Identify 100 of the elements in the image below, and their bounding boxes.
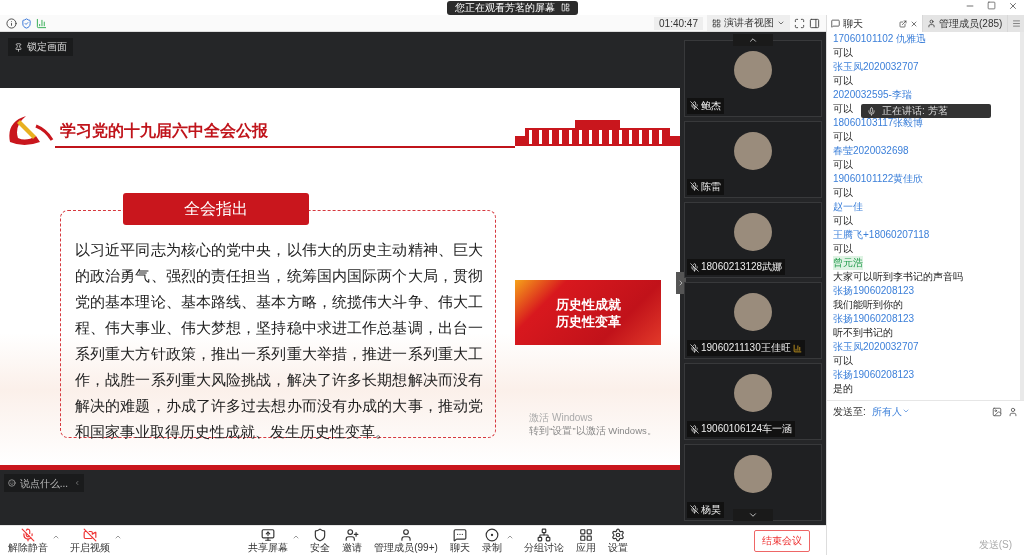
user-icon[interactable]	[1008, 406, 1018, 417]
shield-icon[interactable]	[21, 17, 32, 29]
chat-message: 大家可以听到李书记的声音吗	[833, 270, 963, 284]
toolbar-button[interactable]: 设置	[605, 528, 630, 553]
chat-message: 我们能听到你的	[833, 298, 903, 312]
panel-tab[interactable]: 管理成员(285)	[923, 15, 1008, 32]
share-screen-icon	[261, 528, 276, 542]
pop-out-icon[interactable]	[899, 19, 907, 28]
chat-sender: 张玉凤2020032707	[833, 340, 919, 354]
toolbar-button[interactable]: 应用	[573, 528, 598, 553]
chat-message: 是的	[833, 382, 853, 396]
signal-icon[interactable]	[36, 17, 47, 29]
info-icon[interactable]	[6, 17, 17, 29]
chat-sender: 曾元浩	[833, 256, 863, 270]
close-icon[interactable]	[910, 19, 918, 28]
network-icon	[536, 528, 551, 542]
user-icon	[399, 528, 413, 542]
smiley-icon	[8, 478, 16, 488]
avatar-placeholder	[734, 131, 772, 170]
mic-muted-icon	[690, 101, 699, 111]
sidebar-toggle-icon[interactable]	[809, 17, 820, 29]
chat-message: 可以	[833, 102, 853, 116]
participant-name-tag: 19060106124车一涵	[687, 421, 796, 438]
toolbar-button[interactable]: 聊天	[447, 528, 472, 553]
grid-icon	[712, 18, 721, 28]
toolbar-button[interactable]: 录制	[479, 528, 504, 553]
toolbar-button[interactable]: 安全	[308, 528, 333, 553]
activation-notice-title: 激活 Windows	[529, 411, 594, 425]
meeting-timer: 01:40:47	[654, 16, 703, 30]
restore-icon[interactable]	[987, 1, 996, 10]
chat-icon	[831, 19, 840, 28]
avatar-placeholder	[734, 212, 772, 251]
chat-sender: 张扬19060208123	[833, 368, 915, 382]
lock-view-button[interactable]: 锁定画面	[8, 38, 73, 56]
record-icon	[484, 528, 499, 542]
participant-name-tag: 19060211130王佳旺	[687, 340, 805, 357]
chat-message: 可以	[833, 214, 853, 228]
slide-paragraph: 以习近平同志为核心的党中央，以伟大的历史主动精神、巨大的政治勇气、强烈的责任担当，统筹国内国际两个大局，贯彻党的基本理论、基本路线、基本方略，统揽伟大斗争、伟大工程、伟大事业、伟大梦想，坚持稳中求进工作总基调，出台一系列重大方针政策，推出一系列重大举措，推进一系列重大工作，战胜一系列重大风险挑战，解决了许多长期想解决而没有解决的难题，办成了许多过去想办而没有办成的大事，推动党和国家事业取得历史性成就、发生历史性变革。	[75, 241, 483, 442]
chat-sender: 张玉凤2020032707	[833, 60, 919, 74]
avatar-placeholder	[734, 51, 772, 89]
chat-sender: 春莹2020032698	[833, 144, 909, 158]
avatar-placeholder	[734, 455, 772, 494]
menu-icon[interactable]	[1008, 15, 1024, 32]
view-mode-dropdown[interactable]: 演讲者视图	[707, 15, 790, 31]
video-button[interactable]: 开启视频	[68, 528, 112, 553]
caret-icon[interactable]	[114, 533, 122, 541]
screen-share-text: 您正在观看芳茗的屏幕	[454, 0, 555, 15]
shield-icon	[313, 528, 328, 542]
caret-icon[interactable]	[505, 533, 514, 541]
image-icon[interactable]	[992, 406, 1002, 417]
mic-muted-icon	[690, 424, 699, 434]
chat-message: 可以	[833, 158, 853, 172]
mic-icon	[867, 106, 876, 116]
apps-icon	[578, 528, 593, 542]
chevron-down-icon	[748, 510, 758, 520]
toolbar-button[interactable]: 管理成员(99+)	[372, 528, 440, 553]
toolbar-button[interactable]: 共享屏幕	[246, 528, 291, 553]
recipient-dropdown[interactable]: 所有人	[871, 404, 910, 419]
chat-sender: 张扬19060208123	[833, 284, 915, 298]
user-icon	[927, 19, 936, 28]
mic-muted-icon	[690, 505, 699, 515]
mic-muted-icon	[690, 263, 699, 272]
settings-icon	[610, 528, 625, 542]
caret-icon	[777, 19, 785, 27]
avatar-placeholder	[734, 293, 772, 332]
chat-message: 听不到书记的	[833, 326, 893, 340]
fullscreen-icon[interactable]	[794, 17, 805, 29]
camera-off-icon	[83, 528, 97, 542]
scroll-down-button[interactable]	[733, 509, 773, 521]
close-icon[interactable]	[1008, 1, 1018, 11]
chat-message: 可以	[833, 130, 853, 144]
comment-field[interactable]: 说点什么...	[4, 474, 84, 492]
chevron-left-icon	[73, 479, 80, 487]
send-to-label: 发送至:	[833, 404, 866, 419]
toolbar-button[interactable]: 邀请	[340, 528, 365, 553]
participant-name-tag: 杨昊	[687, 501, 724, 518]
panel-tab[interactable]: 聊天	[827, 15, 923, 32]
chat-sender: 19060101122黄佳欣	[833, 172, 924, 186]
toolbar-button[interactable]: 分组讨论	[521, 528, 566, 553]
chat-message: 可以	[833, 46, 853, 60]
chat-sender: 17060101102 仇雅迅	[833, 32, 927, 46]
end-meeting-button[interactable]: 结束会议	[754, 529, 810, 552]
slide-title: 学习党的十九届六中全会公报	[60, 121, 268, 141]
add-user-icon	[345, 528, 360, 542]
caret-icon[interactable]	[52, 533, 60, 541]
chat-sender: 赵一佳	[833, 200, 863, 214]
chevron-right-icon	[677, 279, 685, 287]
scroll-up-button[interactable]	[733, 34, 773, 46]
chevron-up-icon	[748, 35, 758, 45]
section-heading: 全会指出	[123, 193, 309, 225]
chat-message: 可以	[833, 74, 853, 88]
mic-muted-icon	[21, 528, 35, 542]
caret-icon[interactable]	[292, 533, 301, 541]
mic-muted-icon	[690, 343, 699, 353]
participant-name-tag: 陈雷	[687, 178, 724, 195]
chat-message: 可以	[833, 186, 853, 200]
panel-icon[interactable]	[560, 3, 570, 12]
mic-button[interactable]: 解除静音	[6, 528, 50, 553]
participant-name-tag: 18060213128武娜	[687, 259, 786, 276]
slogan-banner: 历史性成就 历史性变革	[515, 280, 661, 345]
